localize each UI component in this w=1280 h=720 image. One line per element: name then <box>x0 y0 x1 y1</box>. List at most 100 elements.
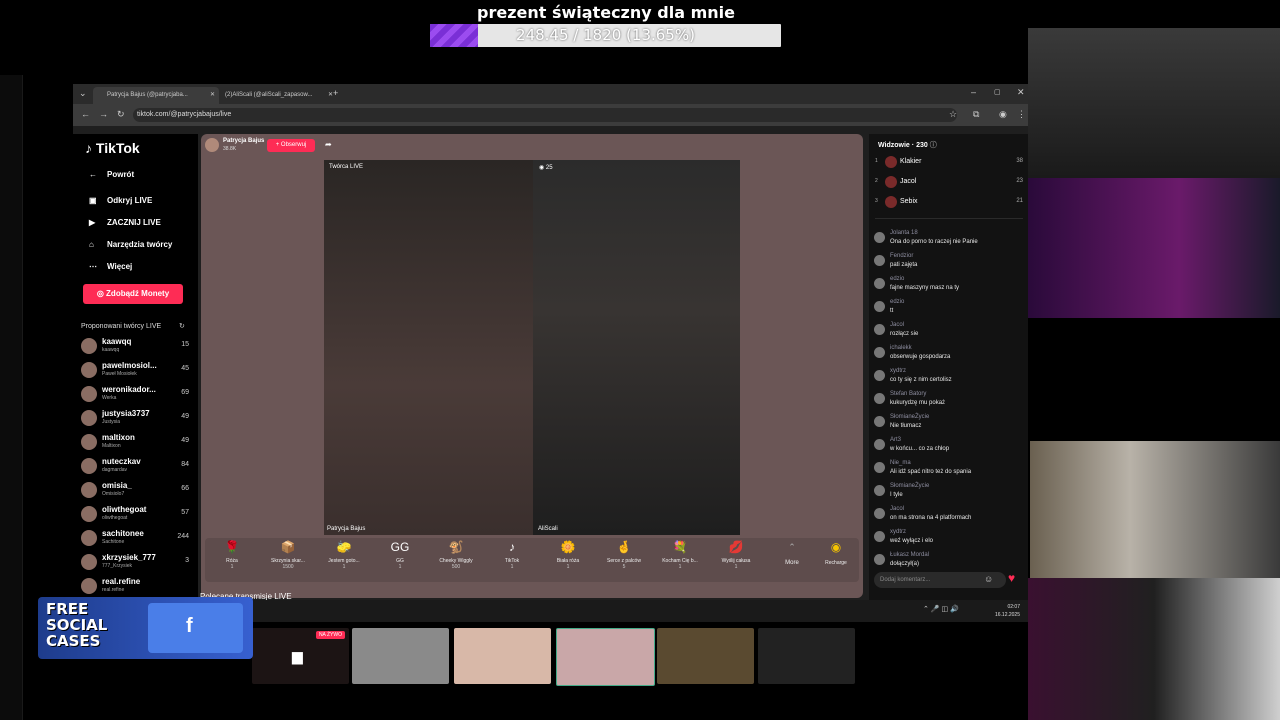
url-input[interactable]: tiktok.com/@patrycjabajus/live <box>133 108 957 122</box>
host-info[interactable]: Patrycja Bajus 38.8K <box>205 138 264 152</box>
tab-patrycja[interactable]: Patrycja Bajus (@patrycjaba... ✕ <box>93 87 219 104</box>
chat-message[interactable]: Łukasz Mordal dołączył(a) <box>874 552 1024 574</box>
heart-icon[interactable]: ♥ <box>1008 571 1015 585</box>
avatar <box>874 393 885 404</box>
live-thumbnail[interactable] <box>352 628 449 684</box>
creator-name: xkrzysiek_777 <box>102 553 156 562</box>
emoji-icon[interactable]: ☺ <box>984 574 993 584</box>
chat-username: edzio <box>890 299 905 305</box>
new-tab-icon[interactable]: + <box>333 88 338 98</box>
chat-message[interactable]: Jacol rozłącz sie <box>874 322 1024 344</box>
gift-item[interactable]: 🌹 Róża 1 <box>207 540 257 570</box>
gift-price: 1 <box>566 564 570 570</box>
chat-message[interactable]: Art3 w końcu... co za chłop <box>874 437 1024 459</box>
suggested-creator[interactable]: xkrzysiek_777 777_Krzysiek 3 <box>81 552 189 574</box>
nav-start-live[interactable]: ▶ ZACZNIJ LIVE <box>89 218 161 227</box>
minimize-icon[interactable]: – <box>971 87 976 97</box>
bookmark-star-icon[interactable]: ☆ <box>949 109 957 120</box>
home-icon: ⌂ <box>89 240 94 249</box>
follow-button[interactable]: + Obserwuj <box>267 139 315 152</box>
banner-line: FREE <box>46 600 89 618</box>
nav-creator-tools[interactable]: ⌂ Narzędzia twórcy <box>89 240 172 249</box>
tray-icons[interactable]: ⌃ 🎤 ◫ 🔊 <box>923 605 959 613</box>
live-thumbnail[interactable] <box>657 628 754 684</box>
chat-message[interactable]: Fendzior pati zajęta <box>874 253 1024 275</box>
clock[interactable]: 02:07 16.12.2025 <box>995 603 1020 619</box>
suggested-creator[interactable]: sachitonee Sachitone 244 <box>81 528 189 550</box>
tab-menu-icon[interactable]: ⌄ <box>79 88 87 99</box>
gift-item[interactable]: ♪ TikTok 1 <box>487 540 537 570</box>
gift-item[interactable]: GG GG 1 <box>375 540 425 570</box>
suggested-creator[interactable]: maltixon Maltixon 49 <box>81 432 189 454</box>
chat-text: kukurydzę mu pokaż <box>890 400 946 406</box>
suggested-creator[interactable]: omisia_ Omisiolo7 66 <box>81 480 189 502</box>
chat-message[interactable]: xydtrz co ty się z nim certolisz <box>874 368 1024 390</box>
tiktok-logo[interactable]: ♪ TikTok <box>85 140 140 156</box>
banner-line: CASES <box>46 632 101 650</box>
clock-time: 02:07 <box>1007 604 1020 610</box>
creator-subname: oliwthegoat <box>102 515 128 521</box>
suggested-creator[interactable]: kaawqq kaawqq 15 <box>81 336 189 358</box>
gift-bar: 🌹 Róża 1 📦 Skrzynia skar... 1500 🧽 Jestem … <box>205 538 859 582</box>
suggested-creator[interactable]: real.refine real.refine <box>81 576 189 598</box>
live-thumbnail[interactable] <box>758 628 855 684</box>
gift-item[interactable]: 🧽 Jestem goto... 1 <box>319 540 369 570</box>
chat-message[interactable]: SłomianeŻycie Nie tłumacz <box>874 414 1024 436</box>
gift-item[interactable]: 🤞 Serce z palców 5 <box>599 540 649 570</box>
live-badge: NA ŻYWO <box>315 631 345 639</box>
chat-message[interactable]: SłomianeŻycie I tyle <box>874 483 1024 505</box>
nav-more[interactable]: ⋯ Więcej <box>89 262 132 271</box>
eye-icon: ◉ <box>539 165 545 171</box>
chat-username: Jacol <box>890 506 905 512</box>
top-viewer-row[interactable]: 1 Klakier 38 <box>875 154 1023 172</box>
get-coins-button[interactable]: ◎ Zdobądź Monety <box>83 284 183 304</box>
gift-item[interactable]: 🐒 Cheeky Wiggly 500 <box>431 540 481 570</box>
chat-username: Stefan Batory <box>890 391 927 397</box>
chat-message[interactable]: Nie_ma Ali idź spać nitro też do spania <box>874 460 1024 482</box>
extensions-icon[interactable]: ⧉ <box>973 109 979 120</box>
suggested-creator[interactable]: nuteczkav dagmardav 84 <box>81 456 189 478</box>
gifts-more-button[interactable]: ⌃ More <box>767 540 817 566</box>
chat-message[interactable]: edzio tt <box>874 299 1024 321</box>
suggested-creator[interactable]: justysia3737 Justysia 49 <box>81 408 189 430</box>
left-app-strip <box>0 75 23 720</box>
suggested-creator[interactable]: oliwthegoat oliwthegoat 57 <box>81 504 189 526</box>
live-thumbnail[interactable]: NA ŻYWO ▆ <box>252 628 349 684</box>
logo-text: TikTok <box>95 140 140 156</box>
nav-discover-live[interactable]: ▣ Odkryj LIVE <box>89 196 152 205</box>
creator-viewer-count: 244 <box>177 533 189 540</box>
gift-item[interactable]: 🌼 Biała róża 1 <box>543 540 593 570</box>
back-icon[interactable]: ← <box>81 109 90 119</box>
chat-message[interactable]: Jacol on ma strona na 4 platformach <box>874 506 1024 528</box>
profile-icon[interactable]: ◉ <box>999 109 1007 120</box>
top-viewer-row[interactable]: 3 Sebix 21 <box>875 194 1023 212</box>
gift-item[interactable]: 💐 Kocham Cię b... 1 <box>655 540 705 570</box>
gift-item[interactable]: 📦 Skrzynia skar... 1500 <box>263 540 313 570</box>
chat-username: Jolanta 18 <box>890 230 918 236</box>
chat-message[interactable]: Jolanta 18 Ona do porno to raczej nie Pa… <box>874 230 1024 252</box>
clock-date: 16.12.2025 <box>994 612 1020 618</box>
maximize-icon[interactable]: ▢ <box>994 88 1001 96</box>
viewers-header[interactable]: Widzowie · 230 ⓘ <box>878 140 937 150</box>
live-thumbnail[interactable] <box>556 628 655 686</box>
gift-item[interactable]: 💋 Wyślij całusa 1 <box>711 540 761 570</box>
nav-back[interactable]: ← Powrót <box>89 170 134 179</box>
suggested-creator[interactable]: weronikador... Werka 69 <box>81 384 189 406</box>
top-viewer-row[interactable]: 2 Jacol 23 <box>875 174 1023 192</box>
address-bar-row: ← → ↻ tiktok.com/@patrycjabajus/live ☆ ⧉… <box>73 104 1028 126</box>
recharge-button[interactable]: ◉ Recharge <box>811 540 861 566</box>
tab-aliscali[interactable]: (2)AliScali (@aliScali_zapasow... ✕ <box>211 87 337 104</box>
share-icon[interactable]: ➦ <box>325 140 332 149</box>
reload-icon[interactable]: ↻ <box>117 109 125 120</box>
live-thumbnail[interactable] <box>454 628 551 684</box>
suggested-creator[interactable]: pawelmosiol... Paweł Mosiołek 45 <box>81 360 189 382</box>
forward-icon[interactable]: → <box>99 109 108 119</box>
creator-viewer-count: 3 <box>185 557 189 564</box>
chat-message[interactable]: edzio fajne maszyny masz na ty <box>874 276 1024 298</box>
chat-message[interactable]: ichalekk obserwuje gospodarza <box>874 345 1024 367</box>
chat-message[interactable]: Stefan Batory kukurydzę mu pokaż <box>874 391 1024 413</box>
browser-menu-icon[interactable]: ⋮ <box>1017 109 1026 120</box>
close-window-icon[interactable]: ✕ <box>1017 87 1025 98</box>
chat-message[interactable]: xydtrz weź wyłącz i elo <box>874 529 1024 551</box>
refresh-icon[interactable]: ↻ <box>179 322 185 330</box>
